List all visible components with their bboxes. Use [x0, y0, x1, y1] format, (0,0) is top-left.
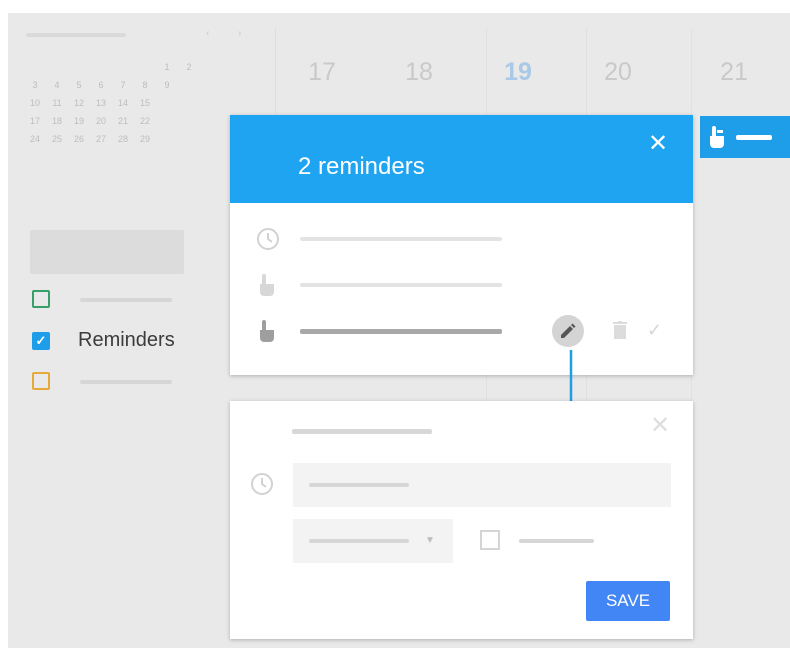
save-button[interactable]: SAVE	[586, 581, 670, 621]
reminder-chip[interactable]	[700, 116, 790, 158]
mini-calendar-day[interactable]: 8	[134, 76, 156, 94]
mini-calendar-month-label	[26, 33, 126, 37]
popup-header: 2 reminders ✕	[230, 115, 693, 203]
reminder-hand-icon	[710, 126, 724, 148]
checkbox-label-placeholder	[519, 539, 594, 543]
mini-calendar-day[interactable]: 6	[90, 76, 112, 94]
mini-calendar-day[interactable]: 22	[134, 112, 156, 130]
mini-calendar-day[interactable]: 11	[46, 94, 68, 112]
all-day-checkbox[interactable]	[480, 530, 500, 550]
calendar-checkbox[interactable]	[32, 290, 50, 308]
calendar-name-placeholder	[80, 298, 172, 302]
mini-calendar-day	[178, 76, 200, 94]
clock-icon	[251, 473, 273, 495]
day-number[interactable]: 21	[704, 58, 764, 87]
reminder-hand-icon	[260, 320, 274, 342]
reminder-row[interactable]	[256, 227, 676, 253]
week-header: 17 18 19 20 21	[275, 28, 790, 458]
mini-calendar-day[interactable]: 5	[68, 76, 90, 94]
calendar-checkbox[interactable]	[32, 372, 50, 390]
mini-calendar-day	[178, 130, 200, 148]
day-number[interactable]: 17	[292, 58, 352, 87]
mini-calendar-day	[46, 58, 68, 76]
mini-calendar: 1 2 3 4 5 6 7 8 9 10 11 12 13 14 15 17 18 19 20 21 22 24 25 26 2…	[24, 58, 244, 148]
mini-calendar-day[interactable]: 27	[90, 130, 112, 148]
day-number-today[interactable]: 19	[488, 58, 548, 87]
mini-calendar-day[interactable]: 20	[90, 112, 112, 130]
reminder-row[interactable]	[256, 273, 676, 299]
reminder-title-placeholder	[300, 237, 502, 241]
calendar-item[interactable]	[30, 372, 230, 394]
mini-calendar-day[interactable]: 7	[112, 76, 134, 94]
reminder-title-input[interactable]	[293, 463, 671, 507]
mini-calendar-day	[112, 58, 134, 76]
mini-calendar-day	[178, 112, 200, 130]
day-number[interactable]: 18	[389, 58, 449, 87]
mini-calendar-day	[68, 58, 90, 76]
mini-calendar-day[interactable]: 19	[68, 112, 90, 130]
popup-title: 2 reminders	[298, 153, 425, 180]
mini-calendar-day[interactable]: 13	[90, 94, 112, 112]
mini-calendar-day[interactable]: 28	[112, 130, 134, 148]
mini-calendar-day[interactable]: 18	[46, 112, 68, 130]
mini-calendar-day[interactable]: 4	[46, 76, 68, 94]
trash-icon[interactable]	[613, 321, 627, 339]
mini-calendar-day[interactable]: 21	[112, 112, 134, 130]
mini-calendar-day[interactable]: 12	[68, 94, 90, 112]
mini-calendar-day	[178, 94, 200, 112]
check-icon[interactable]: ✓	[647, 320, 662, 341]
mini-calendar-day[interactable]: 2	[178, 58, 200, 76]
reminder-title-placeholder	[300, 283, 502, 287]
date-select[interactable]: ▼	[293, 519, 453, 563]
edit-reminder-form: ✕ ▼ SAVE	[230, 401, 693, 639]
reminder-hand-icon	[260, 274, 274, 296]
mini-calendar-next-button[interactable]: ›	[238, 28, 241, 39]
mini-calendar-day[interactable]: 15	[134, 94, 156, 112]
mini-calendar-day[interactable]: 3	[24, 76, 46, 94]
mini-calendar-day[interactable]: 17	[24, 112, 46, 130]
mini-calendar-day[interactable]: 9	[156, 76, 178, 94]
reminders-checkbox[interactable]: ✓	[32, 332, 50, 350]
mini-calendar-day	[134, 58, 156, 76]
close-icon[interactable]: ✕	[648, 129, 668, 158]
calendar-name-placeholder	[80, 380, 172, 384]
pencil-icon	[561, 323, 576, 338]
mini-calendar-day[interactable]: 25	[46, 130, 68, 148]
day-number[interactable]: 20	[588, 58, 648, 87]
mini-calendar-day[interactable]: 29	[134, 130, 156, 148]
reminder-chip-title-placeholder	[736, 134, 772, 140]
calendar-item-label: Reminders	[78, 329, 175, 351]
edit-button[interactable]	[552, 315, 584, 347]
clock-icon	[257, 228, 279, 250]
form-title-placeholder	[292, 429, 432, 434]
mini-calendar-day[interactable]: 26	[68, 130, 90, 148]
mini-calendar-day	[24, 58, 46, 76]
mini-calendar-day[interactable]: 14	[112, 94, 134, 112]
calendar-item-reminders[interactable]: ✓ Reminders	[30, 329, 230, 354]
mini-calendar-day[interactable]: 24	[24, 130, 46, 148]
reminder-title-placeholder	[300, 329, 502, 334]
mini-calendar-day[interactable]: 1	[156, 58, 178, 76]
select-text-placeholder	[309, 539, 409, 543]
mini-calendar-day	[90, 58, 112, 76]
mini-calendar-prev-button[interactable]: ‹	[206, 28, 209, 39]
reminders-popup: 2 reminders ✕ ✓	[230, 115, 693, 375]
mini-calendar-day	[156, 130, 178, 148]
create-button[interactable]	[30, 230, 184, 274]
mini-calendar-day[interactable]: 10	[24, 94, 46, 112]
chevron-down-icon: ▼	[425, 535, 435, 546]
mini-calendar-day	[156, 94, 178, 112]
input-text-placeholder	[309, 483, 409, 487]
mini-calendar-day	[156, 112, 178, 130]
close-icon[interactable]: ✕	[650, 411, 670, 440]
calendar-item[interactable]	[30, 290, 230, 312]
